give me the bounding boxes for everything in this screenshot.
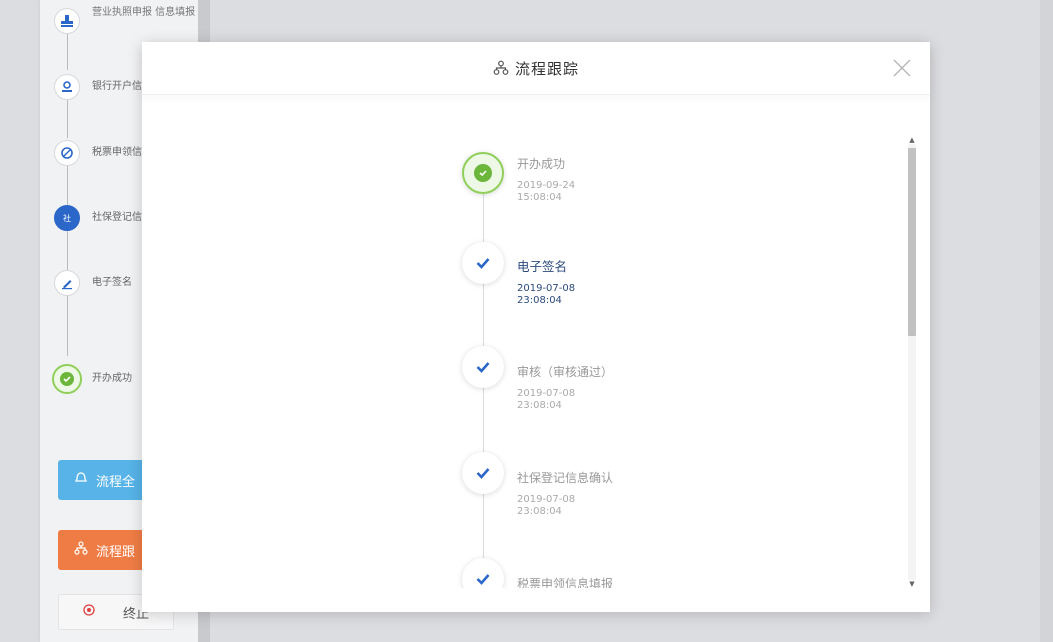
timeline-node xyxy=(462,242,504,284)
right-edge xyxy=(1040,0,1053,642)
timeline-date: 2019-07-08 xyxy=(517,283,576,294)
timeline-node-success xyxy=(462,152,504,194)
flow-icon xyxy=(74,541,88,559)
timeline-time: 23:08:04 xyxy=(517,506,562,517)
timeline-node xyxy=(462,558,504,588)
close-icon[interactable] xyxy=(890,56,914,80)
sidebar-step-label: 税票申领信 xyxy=(92,147,142,158)
stamp-icon xyxy=(54,8,80,34)
timeline-scroll-area[interactable]: 开办成功 2019-09-24 15:08:04 电子签名 2019-07-08… xyxy=(142,132,930,588)
sidebar-step-label: 社保登记信 xyxy=(92,212,142,223)
timeline-time: 23:08:04 xyxy=(517,295,562,306)
step-connector xyxy=(67,98,68,138)
sidebar-step-label: 开办成功 xyxy=(92,373,132,384)
timeline-date: 2019-09-24 xyxy=(517,180,576,191)
scrollbar-thumb[interactable] xyxy=(908,148,916,336)
timeline-date: 2019-07-08 xyxy=(517,494,576,505)
scroll-up-arrow-icon[interactable]: ▲ xyxy=(908,136,916,144)
timeline-scrollbar[interactable]: ▲ ▼ xyxy=(906,136,918,588)
timeline-title: 审核（审核通过） xyxy=(517,365,614,379)
bank-user-icon xyxy=(54,74,80,100)
tax-ticket-icon xyxy=(54,140,80,166)
timeline-datetime: 2019-07-08 23:08:04 xyxy=(517,283,575,307)
timeline-time: 23:08:04 xyxy=(517,400,562,411)
success-check-icon xyxy=(52,364,82,394)
timeline-title: 电子签名 xyxy=(517,259,568,274)
timeline-datetime: 2019-07-08 23:08:04 xyxy=(517,388,613,412)
pen-icon xyxy=(54,270,80,296)
timeline-title: 开办成功 xyxy=(517,157,566,171)
process-trace-modal: 流程跟踪 开办成功 2019-09-24 15:08:04 电子签名 2019-… xyxy=(142,42,930,612)
modal-title: 流程跟踪 xyxy=(514,59,579,78)
sidebar-step-label: 银行开户信 xyxy=(92,81,142,92)
timeline-datetime: 2019-09-24 15:08:04 xyxy=(517,180,575,204)
check-icon xyxy=(476,362,490,373)
bell-icon xyxy=(74,471,88,489)
timeline-entry: 税票申领信息填报 xyxy=(517,576,613,588)
timeline-title: 税票申领信息填报 xyxy=(517,577,614,588)
modal-header: 流程跟踪 xyxy=(142,42,930,95)
check-icon xyxy=(476,468,490,479)
success-check-icon xyxy=(474,164,492,182)
flow-icon xyxy=(493,60,509,75)
step-connector xyxy=(67,296,68,356)
timeline-datetime: 2019-07-08 23:08:04 xyxy=(517,494,613,518)
timeline-date: 2019-07-08 xyxy=(517,388,576,399)
stop-icon xyxy=(83,604,95,620)
social-security-icon: 社 xyxy=(54,205,80,231)
check-icon xyxy=(476,258,490,269)
scroll-down-arrow-icon[interactable]: ▼ xyxy=(908,580,916,588)
timeline-entry: 开办成功 2019-09-24 15:08:04 xyxy=(517,156,575,204)
step-connector xyxy=(67,165,68,205)
timeline-entry: 电子签名 2019-07-08 23:08:04 xyxy=(517,259,575,307)
timeline-node xyxy=(462,452,504,494)
sidebar-step-business-license[interactable]: 营业执照申报 信息填报 xyxy=(50,7,200,38)
timeline-time: 15:08:04 xyxy=(517,192,562,203)
trace-label: 流程跟 xyxy=(96,544,136,560)
step-connector xyxy=(67,230,68,270)
sidebar-step-label: 营业执照申报 信息填报 xyxy=(92,7,196,18)
timeline-entry: 审核（审核通过） 2019-07-08 23:08:04 xyxy=(517,364,613,412)
timeline-entry: 社保登记信息确认 2019-07-08 23:08:04 xyxy=(517,470,613,518)
full-process-label: 流程全 xyxy=(96,474,136,490)
check-icon xyxy=(476,574,490,585)
timeline-node xyxy=(462,346,504,388)
timeline-title: 社保登记信息确认 xyxy=(517,471,614,485)
sidebar-step-label: 电子签名 xyxy=(92,277,132,288)
